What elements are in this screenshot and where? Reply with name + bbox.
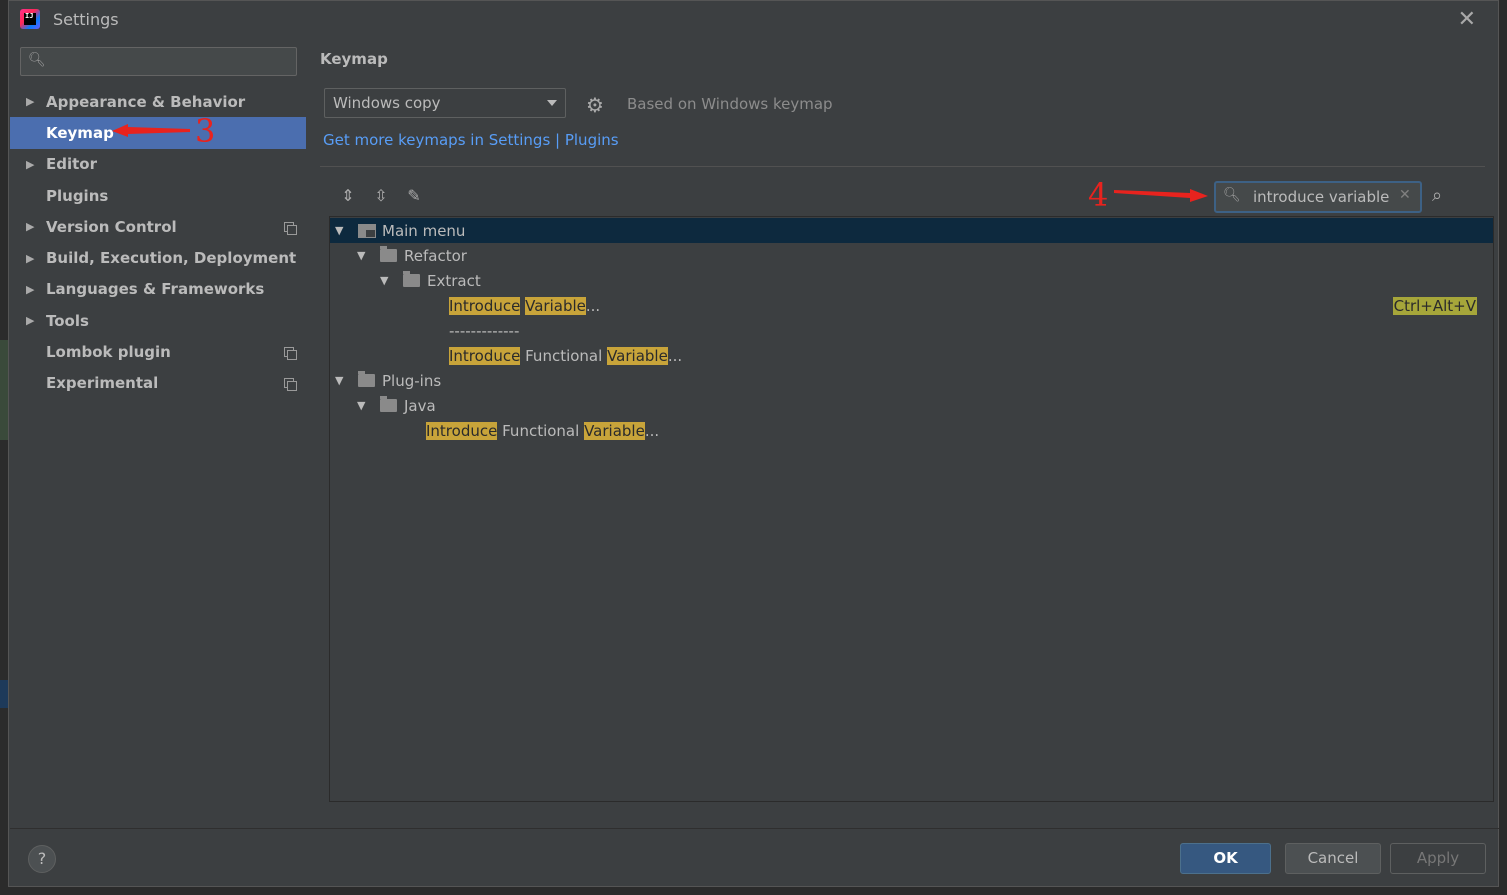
sidebar-item-lombok[interactable]: Lombok plugin bbox=[10, 336, 306, 367]
keymap-search-value: introduce variable bbox=[1253, 188, 1390, 206]
sidebar-item-build[interactable]: ▶ Build, Execution, Deployment bbox=[10, 242, 306, 273]
project-settings-icon bbox=[284, 378, 297, 392]
ok-button[interactable]: OK bbox=[1180, 843, 1271, 874]
sidebar-item-label: Languages & Frameworks bbox=[46, 280, 265, 299]
collapse-all-icon[interactable]: ⇳ bbox=[370, 186, 392, 208]
close-icon[interactable]: ✕ bbox=[1458, 7, 1476, 32]
expand-arrow-icon[interactable]: ▶ bbox=[26, 283, 34, 296]
shortcut-badge: Ctrl+Alt+V bbox=[1392, 296, 1477, 315]
intellij-logo-icon: IJ bbox=[20, 9, 40, 29]
sidebar-item-label: Lombok plugin bbox=[46, 343, 171, 362]
clear-icon[interactable]: ✕ bbox=[1399, 187, 1411, 203]
sidebar-item-label: Build, Execution, Deployment bbox=[46, 249, 297, 268]
folder-icon bbox=[380, 396, 397, 412]
collapse-arrow-icon[interactable]: ▼ bbox=[357, 249, 365, 262]
edit-icon[interactable]: ✎ bbox=[403, 186, 425, 208]
sidebar-item-tools[interactable]: ▶ Tools bbox=[10, 305, 306, 336]
tree-node-label: Introduce Variable... bbox=[449, 296, 601, 315]
gear-icon[interactable]: ⚙ bbox=[586, 93, 604, 117]
sidebar-item-label: Version Control bbox=[46, 217, 177, 236]
sidebar-item-label: Keymap bbox=[46, 123, 114, 142]
settings-search-input[interactable]: 🔍︎ bbox=[20, 47, 297, 76]
background-ide-mark bbox=[0, 340, 8, 440]
footer-divider bbox=[10, 828, 1499, 829]
expand-arrow-icon[interactable]: ▶ bbox=[26, 220, 34, 233]
folder-icon bbox=[403, 271, 420, 287]
settings-dialog: IJ Settings ✕ 🔍︎ ▶ Appearance & Behavior… bbox=[8, 0, 1499, 887]
find-by-shortcut-icon[interactable]: ⌕ bbox=[1432, 185, 1442, 206]
tree-node-java[interactable]: ▼ Java bbox=[330, 393, 1493, 418]
folder-icon bbox=[358, 371, 375, 387]
background-ide-strip bbox=[0, 0, 8, 895]
sidebar-item-experimental[interactable]: Experimental bbox=[10, 368, 306, 399]
search-icon: 🔍︎ bbox=[28, 52, 46, 68]
sidebar-item-version-control[interactable]: ▶ Version Control bbox=[10, 211, 306, 242]
collapse-arrow-icon[interactable]: ▼ bbox=[357, 399, 365, 412]
tree-action-introduce-variable[interactable]: Introduce Variable... Ctrl+Alt+V bbox=[330, 293, 1493, 318]
sidebar-item-label: Editor bbox=[46, 155, 97, 174]
tree-node-label: Refactor bbox=[404, 246, 467, 265]
keymap-search-input[interactable]: 🔍︎ introduce variable ✕ bbox=[1214, 181, 1422, 213]
expand-all-icon[interactable]: ⇕ bbox=[337, 186, 359, 208]
tree-node-label: Introduce Functional Variable... bbox=[426, 421, 660, 440]
keymap-select[interactable]: Windows copy bbox=[324, 88, 566, 118]
actions-tree: ▼ Main menu ▼ Refactor ▼ Extract Introdu… bbox=[329, 216, 1494, 802]
tree-node-label: Extract bbox=[427, 271, 481, 290]
expand-arrow-icon[interactable]: ▶ bbox=[26, 95, 34, 108]
background-ide-mark bbox=[0, 680, 8, 708]
sidebar-item-label: Appearance & Behavior bbox=[46, 92, 246, 111]
sidebar-item-keymap[interactable]: Keymap bbox=[10, 117, 306, 149]
divider bbox=[320, 166, 1485, 167]
chevron-down-icon bbox=[547, 100, 557, 106]
window-title: Settings bbox=[53, 10, 119, 29]
apply-button[interactable]: Apply bbox=[1390, 843, 1486, 874]
annotation-step-3: 3 bbox=[195, 112, 216, 150]
settings-nav: ▶ Appearance & Behavior Keymap ▶ Editor … bbox=[10, 86, 306, 399]
tree-node-main-menu[interactable]: ▼ Main menu bbox=[330, 218, 1493, 243]
tree-node-refactor[interactable]: ▼ Refactor bbox=[330, 243, 1493, 268]
project-settings-icon bbox=[284, 347, 297, 361]
tree-node-label: Introduce Functional Variable... bbox=[449, 346, 683, 365]
based-on-text: Based on Windows keymap bbox=[627, 95, 833, 113]
page-title: Keymap bbox=[320, 50, 388, 68]
expand-arrow-icon[interactable]: ▶ bbox=[26, 314, 34, 327]
cancel-button[interactable]: Cancel bbox=[1285, 843, 1381, 874]
sidebar-item-label: Plugins bbox=[46, 186, 109, 205]
main-menu-icon bbox=[358, 223, 376, 238]
sidebar-item-label: Tools bbox=[46, 311, 89, 330]
collapse-arrow-icon[interactable]: ▼ bbox=[380, 274, 388, 287]
tree-node-extract[interactable]: ▼ Extract bbox=[330, 268, 1493, 293]
expand-arrow-icon[interactable]: ▶ bbox=[26, 252, 34, 265]
search-icon: 🔍︎ bbox=[1223, 187, 1241, 203]
folder-icon bbox=[380, 246, 397, 262]
collapse-arrow-icon[interactable]: ▼ bbox=[335, 374, 343, 387]
sidebar-item-label: Experimental bbox=[46, 374, 159, 393]
sidebar-item-languages[interactable]: ▶ Languages & Frameworks bbox=[10, 274, 306, 305]
title-bar: IJ Settings ✕ bbox=[9, 1, 1498, 37]
sidebar-item-editor[interactable]: ▶ Editor bbox=[10, 149, 306, 180]
expand-arrow-icon[interactable]: ▶ bbox=[26, 158, 34, 171]
sidebar-item-appearance[interactable]: ▶ Appearance & Behavior bbox=[10, 86, 306, 117]
collapse-arrow-icon[interactable]: ▼ bbox=[335, 224, 343, 237]
tree-separator: ------------- bbox=[449, 321, 520, 340]
more-keymaps-link[interactable]: Get more keymaps in Settings | Plugins bbox=[323, 131, 619, 149]
tree-node-label: Plug-ins bbox=[382, 371, 442, 390]
background-ide-strip bbox=[0, 887, 1507, 895]
keymap-panel: Keymap Windows copy ⚙ Based on Windows k… bbox=[308, 38, 1498, 828]
settings-sidebar: 🔍︎ ▶ Appearance & Behavior Keymap ▶ Edit… bbox=[10, 38, 306, 828]
annotation-step-4: 4 bbox=[1088, 176, 1109, 214]
help-button[interactable]: ? bbox=[28, 845, 56, 873]
tree-action-introduce-functional-variable[interactable]: Introduce Functional Variable... bbox=[330, 343, 1493, 368]
tree-action-java-introduce-functional-variable[interactable]: Introduce Functional Variable... bbox=[330, 418, 1493, 443]
tree-node-label: Java bbox=[404, 396, 436, 415]
sidebar-item-plugins[interactable]: Plugins bbox=[10, 180, 306, 211]
project-settings-icon bbox=[284, 221, 297, 235]
tree-node-plugins[interactable]: ▼ Plug-ins bbox=[330, 368, 1493, 393]
tree-node-label: Main menu bbox=[382, 221, 466, 240]
keymap-select-value: Windows copy bbox=[333, 94, 441, 112]
